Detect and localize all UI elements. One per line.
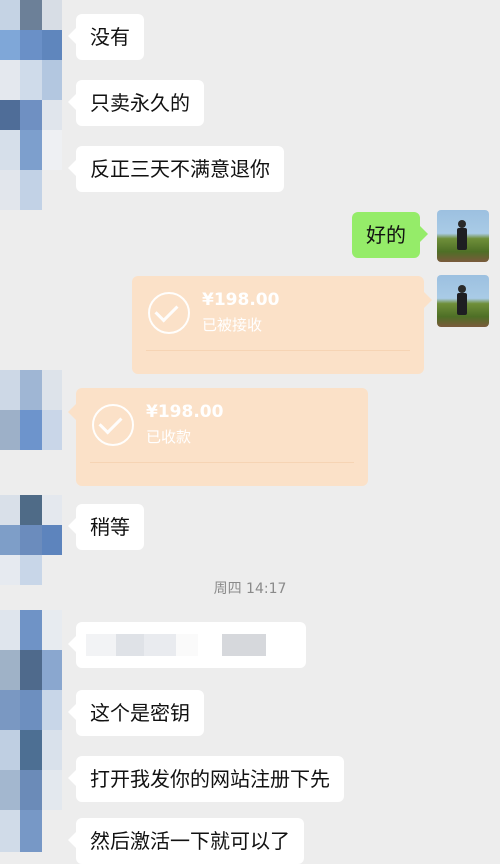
transfer-card-sent[interactable]: ¥198.00 已被接收	[132, 276, 432, 374]
divider	[90, 462, 354, 463]
message-text: 这个是密钥	[90, 701, 190, 725]
message-text: 打开我发你的网站注册下先	[90, 767, 330, 791]
message-text: 稍等	[90, 515, 130, 539]
self-avatar[interactable]	[437, 275, 489, 327]
contact-avatar[interactable]	[0, 370, 62, 450]
contact-avatar[interactable]	[0, 100, 62, 210]
message-bubble[interactable]: 然后激活一下就可以了	[68, 818, 304, 864]
message-text: 没有	[90, 25, 130, 49]
message-bubble[interactable]: 打开我发你的网站注册下先	[68, 756, 344, 802]
message-bubble[interactable]: 只卖永久的	[68, 80, 204, 126]
message-bubble[interactable]: 反正三天不满意退你	[68, 146, 284, 192]
redacted-message-bubble[interactable]	[68, 622, 306, 668]
message-bubble[interactable]: 这个是密钥	[68, 690, 204, 736]
person-figure	[457, 220, 467, 250]
self-avatar[interactable]	[437, 210, 489, 262]
transfer-status: 已收款	[146, 428, 192, 446]
divider	[146, 350, 410, 351]
message-bubble[interactable]: 没有	[68, 14, 144, 60]
contact-avatar[interactable]	[0, 0, 62, 100]
message-text: 反正三天不满意退你	[90, 157, 270, 181]
message-text: 然后激活一下就可以了	[90, 829, 290, 853]
contact-avatar[interactable]	[0, 495, 62, 585]
redacted-content	[86, 634, 296, 656]
contact-avatar-column	[0, 0, 62, 852]
transfer-status: 已被接收	[202, 316, 263, 334]
message-text: 只卖永久的	[90, 91, 190, 115]
self-message-bubble[interactable]: 好的	[352, 212, 428, 258]
contact-avatar[interactable]	[0, 610, 62, 852]
transfer-amount: ¥198.00	[146, 402, 224, 422]
message-text: 好的	[366, 223, 406, 247]
transfer-amount: ¥198.00	[202, 290, 280, 310]
person-figure	[457, 285, 467, 315]
transfer-card-received[interactable]: ¥198.00 已收款	[68, 388, 368, 486]
timestamp: 周四 14:17	[213, 581, 287, 597]
message-bubble[interactable]: 稍等	[68, 504, 144, 550]
